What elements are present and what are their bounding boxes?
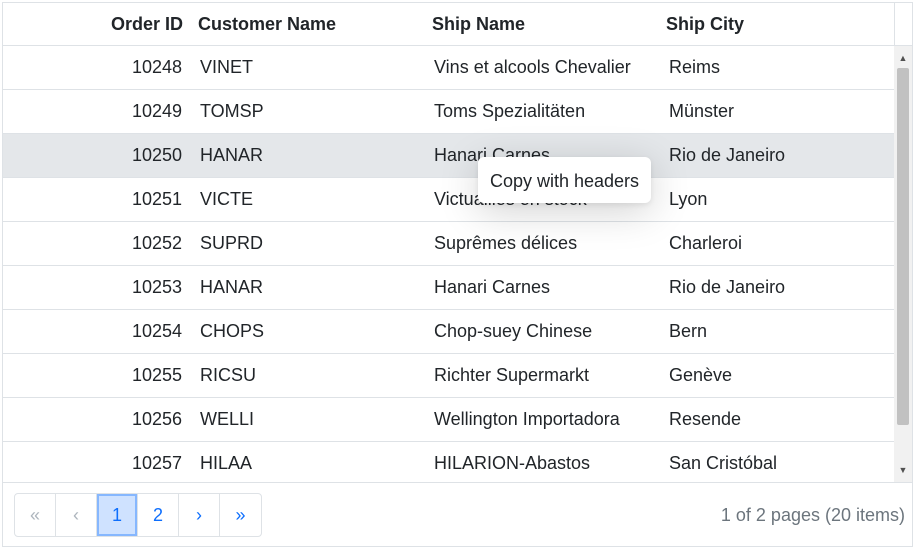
grid-header: Order ID Customer Name Ship Name Ship Ci… (3, 3, 894, 46)
context-menu-copy-with-headers[interactable]: Copy with headers (478, 157, 651, 203)
data-grid: Order ID Customer Name Ship Name Ship Ci… (2, 2, 913, 547)
cell-ship-name: Suprêmes délices (434, 233, 578, 253)
cell-customer-name: HILAA (200, 453, 253, 473)
cell-ship-city: Charleroi (669, 233, 743, 253)
table-row[interactable]: 10248 VINET Vins et alcools Chevalier Re… (3, 46, 894, 90)
cell-ship-city: Rio de Janeiro (669, 145, 786, 165)
cell-order-id: 10249 (131, 101, 182, 121)
next-page-button[interactable]: › (179, 494, 220, 536)
table-row[interactable]: 10257 HILAA HILARION-Abastos San Cristób… (3, 442, 894, 482)
cell-ship-name: Wellington Importadora (434, 409, 620, 429)
last-page-button[interactable]: » (220, 494, 261, 536)
scrollbar-thumb[interactable] (897, 68, 909, 425)
first-page-button[interactable]: « (15, 494, 56, 536)
cell-ship-city: Münster (669, 101, 735, 121)
table-row[interactable]: 10249 TOMSP Toms Spezialitäten Münster (3, 90, 894, 134)
cell-customer-name: WELLI (200, 409, 255, 429)
vertical-scrollbar[interactable]: ▲ ▼ (894, 46, 912, 482)
cell-order-id: 10255 (131, 365, 182, 385)
cell-order-id: 10248 (131, 57, 182, 77)
cell-ship-name: Toms Spezialitäten (434, 101, 586, 121)
context-menu: Copy with headers (478, 157, 651, 203)
cell-customer-name: SUPRD (200, 233, 264, 253)
cell-ship-city: San Cristóbal (669, 453, 778, 473)
previous-page-button[interactable]: ‹ (56, 494, 97, 536)
cell-ship-city: Reims (669, 57, 721, 77)
page-2-button[interactable]: 2 (138, 494, 179, 536)
cell-ship-city: Rio de Janeiro (669, 277, 786, 297)
pager-summary: 1 of 2 pages (20 items) (720, 505, 905, 525)
cell-order-id: 10251 (131, 189, 182, 209)
cell-customer-name: HANAR (200, 277, 264, 297)
header-scrollbar-spacer (894, 3, 912, 46)
cell-customer-name: VICTE (200, 189, 254, 209)
table-row[interactable]: 10253 HANAR Hanari Carnes Rio de Janeiro (3, 266, 894, 310)
pager-buttons: « ‹ 1 2 › » (14, 493, 262, 537)
cell-customer-name: VINET (200, 57, 254, 77)
cell-customer-name: CHOPS (200, 321, 265, 341)
cell-ship-name: HILARION-Abastos (434, 453, 591, 473)
cell-order-id: 10252 (131, 233, 182, 253)
table-row[interactable]: 10254 CHOPS Chop-suey Chinese Bern (3, 310, 894, 354)
cell-customer-name: TOMSP (200, 101, 264, 121)
pager: « ‹ 1 2 › » 1 of 2 pages (20 items) (3, 482, 912, 546)
cell-ship-name: Richter Supermarkt (434, 365, 590, 385)
cell-ship-city: Bern (669, 321, 708, 341)
column-header-ship-name[interactable]: Ship Name (432, 3, 525, 45)
cell-ship-name: Vins et alcools Chevalier (434, 57, 631, 77)
cell-ship-name: Hanari Carnes (434, 277, 551, 297)
page-1-button[interactable]: 1 (97, 494, 138, 536)
column-header-customer-name[interactable]: Customer Name (198, 3, 336, 45)
table-row[interactable]: 10251 VICTE Victuailles en stock Lyon (3, 178, 894, 222)
cell-order-id: 10256 (131, 409, 182, 429)
cell-order-id: 10257 (131, 453, 182, 473)
cell-ship-city: Genève (669, 365, 733, 385)
table-row[interactable]: 10252 SUPRD Suprêmes délices Charleroi (3, 222, 894, 266)
cell-ship-city: Resende (669, 409, 742, 429)
table-row[interactable]: 10255 RICSU Richter Supermarkt Genève (3, 354, 894, 398)
grid-body: 10248 VINET Vins et alcools Chevalier Re… (3, 46, 894, 482)
cell-order-id: 10250 (131, 145, 182, 165)
cell-ship-city: Lyon (669, 189, 708, 209)
cell-ship-name: Chop-suey Chinese (434, 321, 593, 341)
scroll-down-arrow-icon[interactable]: ▼ (894, 462, 912, 478)
column-header-order-id[interactable]: Order ID (3, 3, 183, 45)
scroll-up-arrow-icon[interactable]: ▲ (894, 50, 912, 66)
cell-customer-name: HANAR (200, 145, 264, 165)
cell-customer-name: RICSU (200, 365, 257, 385)
cell-order-id: 10253 (131, 277, 182, 297)
table-row-selected[interactable]: 10250 HANAR Hanari Carnes Rio de Janeiro (3, 134, 894, 178)
table-row[interactable]: 10256 WELLI Wellington Importadora Resen… (3, 398, 894, 442)
column-header-ship-city[interactable]: Ship City (666, 3, 744, 45)
cell-order-id: 10254 (131, 321, 182, 341)
